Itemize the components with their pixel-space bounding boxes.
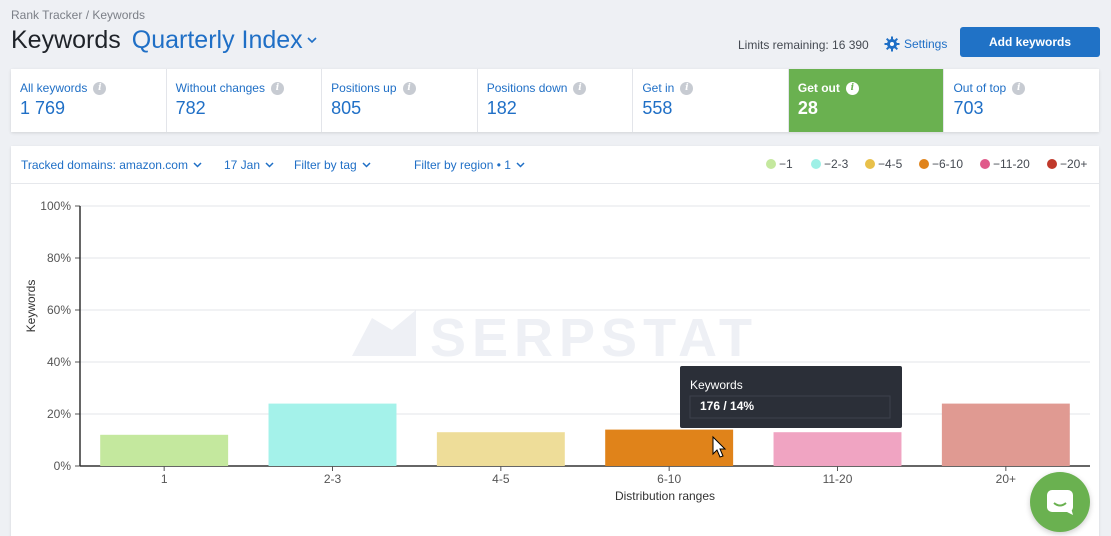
info-icon[interactable]: i (1012, 81, 1026, 95)
info-icon[interactable]: i (93, 81, 107, 95)
tab-label-text: Without changes (175, 81, 265, 95)
limits-remaining: Limits remaining: 16 390 (738, 38, 869, 52)
tab-value: 782 (175, 98, 206, 118)
add-keywords-button[interactable]: Add keywords (960, 27, 1100, 57)
x-tick-label: 20+ (996, 472, 1016, 486)
bar-11-20 (773, 432, 902, 466)
bar-2-3 (268, 403, 397, 466)
bar-4-5 (436, 432, 565, 466)
bar-1 (100, 434, 229, 466)
x-tick-label: 11-20 (823, 472, 853, 486)
x-tick-label: 4-5 (492, 472, 510, 486)
tab-label-text: Out of top (953, 81, 1007, 95)
chevron-down-icon (307, 37, 317, 44)
tab-value: 28 (797, 98, 818, 118)
tab-label: Get out i (798, 81, 944, 95)
tab-label: All keywords i (20, 81, 166, 95)
y-axis-label: Keywords (24, 280, 38, 333)
distribution-chart: SERPSTAT 0% 20% 40% 60% 80% 100% 1 2-3 4-5 6-10 11-… (24, 199, 1090, 503)
tab-label-text: Get in (642, 81, 675, 95)
tab-value: 805 (331, 98, 362, 118)
info-icon[interactable]: i (573, 81, 587, 95)
serpstat-logo-icon (352, 310, 416, 356)
y-tick-label: 100% (40, 199, 71, 213)
chat-button[interactable] (1030, 472, 1090, 532)
tooltip-title: Keywords (690, 378, 743, 392)
keyword-tabs: All keywords i 1 769 Without changes i 782 Pos… (11, 69, 1099, 132)
tab-label: Positions up i (331, 81, 477, 95)
info-icon[interactable]: i (845, 81, 859, 95)
tab-label: Without changes i (176, 81, 322, 95)
breadcrumb: Rank Tracker / Keywords (11, 8, 146, 22)
tab-get-out[interactable]: Get out i 28 (788, 69, 945, 132)
settings-link[interactable]: Settings (884, 36, 947, 52)
page-title: Keywords (11, 26, 121, 54)
tab-value: 1 769 (20, 98, 66, 118)
y-tick-label: 60% (47, 303, 71, 317)
info-icon[interactable]: i (402, 81, 416, 95)
tab-label-text: All keywords (20, 81, 88, 95)
tab-label: Positions down i (487, 81, 633, 95)
serpstat-watermark: SERPSTAT (352, 308, 758, 368)
chat-icon (1047, 490, 1073, 515)
project-name: Quarterly Index (131, 26, 303, 54)
tooltip-value: 176 / 14% (700, 399, 754, 413)
title-row: Keywords Quarterly Index (11, 26, 317, 55)
tab-get-in[interactable]: Get in i 558 (633, 69, 789, 132)
y-tick-label: 40% (47, 355, 71, 369)
x-tick-label: 6-10 (657, 472, 681, 486)
tab-label-text: Positions down (486, 81, 568, 95)
tab-positions-up[interactable]: Positions up i 805 (322, 69, 478, 132)
settings-label: Settings (904, 37, 948, 51)
tab-positions-down[interactable]: Positions down i 182 (478, 69, 634, 132)
tab-without-changes[interactable]: Without changes i 782 (167, 69, 323, 132)
project-selector[interactable]: Quarterly Index (132, 26, 317, 55)
x-axis-label: Distribution ranges (615, 489, 715, 503)
tab-value: 558 (642, 98, 673, 118)
tab-out-of-top[interactable]: Out of top i 703 (944, 69, 1099, 132)
x-tick-label: 1 (161, 472, 168, 486)
watermark-text: SERPSTAT (430, 308, 758, 368)
tab-label: Out of top i (953, 81, 1099, 95)
tab-value: 182 (486, 98, 517, 118)
x-tick-label: 2-3 (324, 472, 342, 486)
bar-20+ (941, 403, 1070, 466)
tab-label-text: Get out (797, 81, 840, 95)
tab-all-keywords[interactable]: All keywords i 1 769 (11, 69, 167, 132)
y-tick-label: 80% (47, 251, 71, 265)
tab-label: Get in i (642, 81, 788, 95)
y-tick-label: 0% (54, 459, 72, 473)
info-icon[interactable]: i (270, 81, 284, 95)
y-tick-label: 20% (47, 407, 71, 421)
tab-value: 703 (953, 98, 984, 118)
tab-label-text: Positions up (331, 81, 397, 95)
gear-icon (884, 36, 900, 52)
info-icon[interactable]: i (680, 81, 694, 95)
